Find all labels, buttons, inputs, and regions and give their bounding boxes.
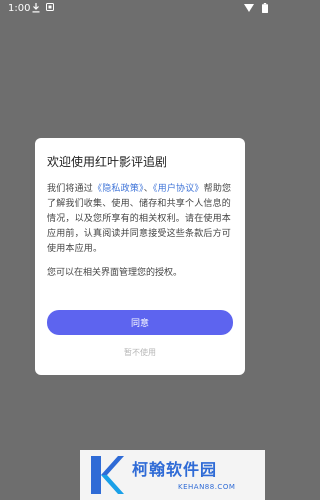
agree-button[interactable]: 同意 — [47, 310, 233, 335]
body-suffix: 帮助您了解我们收集、使用、储存和共享个人信息的情况，以及您所享有的相关权利。请在… — [47, 184, 232, 254]
notification-icon — [46, 3, 54, 11]
decline-button[interactable]: 暂不使用 — [47, 344, 233, 360]
authorization-note: 您可以在相关界面管理您的授权。 — [47, 268, 183, 278]
kehan-logo-icon — [91, 456, 124, 494]
battery-icon — [262, 3, 268, 13]
download-icon — [32, 3, 40, 13]
link-separator: 、 — [143, 184, 153, 194]
status-bar: 1:00 — [0, 0, 280, 18]
wifi-icon — [244, 4, 254, 12]
dialog-body: 我们将通过《隐私政策》、《用户协议》帮助您了解我们收集、使用、储存和共享个人信息… — [47, 182, 237, 257]
watermark-url: KEHAN88.COM — [178, 483, 236, 491]
site-watermark: 柯翰软件园 KEHAN88.COM — [80, 450, 265, 500]
user-agreement-link[interactable]: 《用户协议》 — [153, 184, 204, 194]
privacy-dialog: 欢迎使用红叶影评追剧 我们将通过《隐私政策》、《用户协议》帮助您了解我们收集、使… — [35, 138, 245, 375]
status-time: 1:00 — [8, 3, 31, 14]
dialog-title: 欢迎使用红叶影评追剧 — [47, 155, 168, 169]
privacy-policy-link[interactable]: 《隐私政策》 — [93, 184, 144, 194]
watermark-name: 柯翰软件园 — [132, 460, 218, 479]
body-prefix: 我们将通过 — [47, 184, 94, 194]
